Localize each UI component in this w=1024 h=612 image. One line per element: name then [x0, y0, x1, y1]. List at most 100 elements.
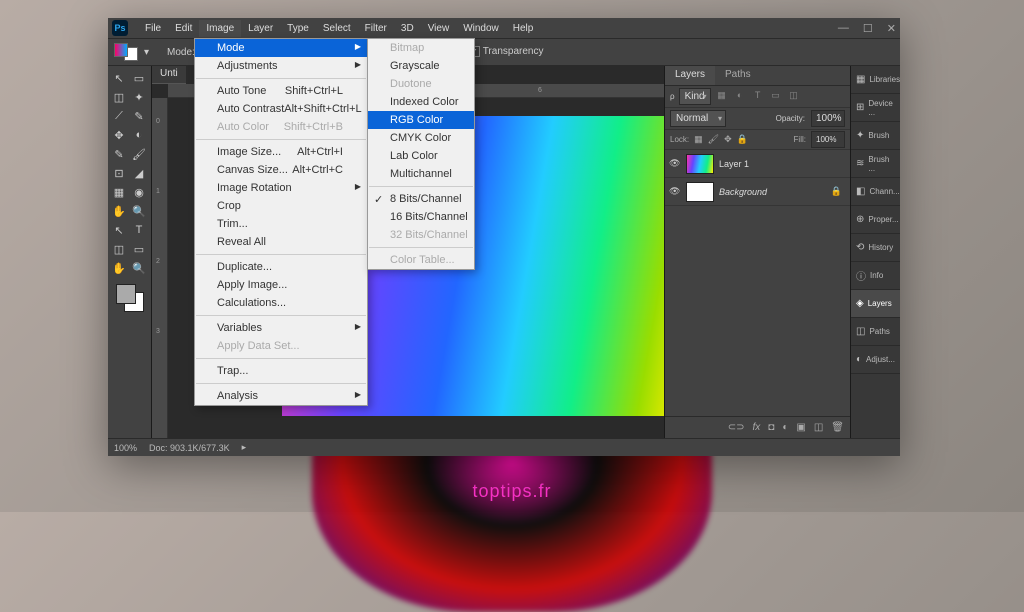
menu-item-cmyk-color[interactable]: CMYK Color [368, 129, 474, 147]
layer-name[interactable]: Background [719, 187, 826, 197]
tool-5-1[interactable]: ◢ [130, 164, 148, 182]
menu-item-apply-image-[interactable]: Apply Image... [195, 276, 367, 294]
menu-item-crop[interactable]: Crop [195, 197, 367, 215]
tool-5-0[interactable]: ⊡ [110, 164, 128, 182]
menu-window[interactable]: Window [456, 20, 506, 37]
close-button[interactable]: ✕ [887, 22, 896, 35]
panel-brush[interactable]: ≋Brush ... [851, 150, 900, 178]
maximize-button[interactable]: ☐ [863, 22, 873, 35]
menu-select[interactable]: Select [316, 20, 358, 37]
layer-thumbnail[interactable] [686, 154, 714, 174]
menu-filter[interactable]: Filter [358, 20, 394, 37]
tool-0-0[interactable]: ↖ [110, 69, 128, 87]
zoom-level[interactable]: 100% [114, 443, 137, 453]
layer-opacity-input[interactable]: 100% [811, 110, 845, 127]
menu-help[interactable]: Help [506, 20, 541, 37]
menu-item-mode[interactable]: Mode▶ [195, 39, 367, 57]
menu-item-indexed-color[interactable]: Indexed Color [368, 93, 474, 111]
menu-item-duplicate-[interactable]: Duplicate... [195, 258, 367, 276]
minimize-button[interactable]: — [838, 22, 849, 35]
tool-10-0[interactable]: ✋ [110, 259, 128, 277]
tool-2-0[interactable]: ⟋ [110, 107, 128, 125]
tool-7-0[interactable]: ✋ [110, 202, 128, 220]
menu-item-auto-contrast[interactable]: Auto ContrastAlt+Shift+Ctrl+L [195, 100, 367, 118]
menu-item-canvas-size-[interactable]: Canvas Size...Alt+Ctrl+C [195, 161, 367, 179]
layer-blend-select[interactable]: Normal [670, 110, 726, 127]
panel-proper[interactable]: ⊕Proper... [851, 206, 900, 234]
tool-4-1[interactable]: 🖌 [130, 145, 148, 163]
link-layers-icon[interactable]: ⊂⊃ [728, 422, 745, 433]
panel-brush[interactable]: ✦Brush [851, 122, 900, 150]
filter-adjust-icon[interactable]: ◐ [733, 90, 747, 104]
tool-1-0[interactable]: ◫ [110, 88, 128, 106]
menu-item-trap-[interactable]: Trap... [195, 362, 367, 380]
menu-image[interactable]: Image [199, 20, 241, 37]
panel-chann[interactable]: ◧Chann... [851, 178, 900, 206]
panel-libraries[interactable]: ▦Libraries [851, 66, 900, 94]
tool-3-0[interactable]: ✥ [110, 126, 128, 144]
menu-item-16-bits-channel[interactable]: 16 Bits/Channel [368, 208, 474, 226]
panel-paths[interactable]: ◫Paths [851, 318, 900, 346]
filter-type-icon[interactable]: T [751, 90, 765, 104]
menu-item-lab-color[interactable]: Lab Color [368, 147, 474, 165]
tool-9-1[interactable]: ▭ [130, 240, 148, 258]
panel-layers[interactable]: ◈Layers [851, 290, 900, 318]
tool-1-1[interactable]: ✦ [130, 88, 148, 106]
layer-row[interactable]: 👁Background🔒 [665, 178, 850, 206]
menu-item-reveal-all[interactable]: Reveal All [195, 233, 367, 251]
menu-type[interactable]: Type [280, 20, 316, 37]
lock-image-icon[interactable]: 🖌 [708, 134, 719, 145]
layer-fx-icon[interactable]: fx [753, 422, 761, 433]
tool-10-1[interactable]: 🔍 [130, 259, 148, 277]
menu-item-image-size-[interactable]: Image Size...Alt+Ctrl+I [195, 143, 367, 161]
menu-item-image-rotation[interactable]: Image Rotation▶ [195, 179, 367, 197]
visibility-icon[interactable]: 👁 [669, 186, 681, 197]
menu-edit[interactable]: Edit [168, 20, 199, 37]
tool-8-1[interactable]: T [130, 221, 148, 239]
panel-adjust[interactable]: ◐Adjust... [851, 346, 900, 374]
gradient-preview[interactable] [114, 43, 138, 61]
filter-smart-icon[interactable]: ◫ [787, 90, 801, 104]
menu-file[interactable]: File [138, 20, 168, 37]
tool-9-0[interactable]: ◫ [110, 240, 128, 258]
tool-0-1[interactable]: ▭ [130, 69, 148, 87]
filter-shape-icon[interactable]: ▭ [769, 90, 783, 104]
new-layer-icon[interactable]: ◫ [814, 422, 823, 433]
menu-item-8-bits-channel[interactable]: ✓8 Bits/Channel [368, 190, 474, 208]
panel-info[interactable]: ⓘInfo [851, 262, 900, 290]
tool-7-1[interactable]: 🔍 [130, 202, 148, 220]
menu-item-analysis[interactable]: Analysis▶ [195, 387, 367, 405]
filter-kind-select[interactable]: Kind [679, 88, 711, 105]
menu-item-multichannel[interactable]: Multichannel [368, 165, 474, 183]
lock-transparency-icon[interactable]: ▦ [694, 134, 703, 145]
visibility-icon[interactable]: 👁 [669, 158, 681, 169]
menu-layer[interactable]: Layer [241, 20, 280, 37]
tool-4-0[interactable]: ✎ [110, 145, 128, 163]
fill-adjust-icon[interactable]: ◐ [782, 422, 788, 433]
layer-name[interactable]: Layer 1 [719, 159, 846, 169]
new-group-icon[interactable]: ▣ [796, 422, 805, 433]
layer-mask-icon[interactable]: ◘ [768, 422, 774, 433]
menu-item-auto-tone[interactable]: Auto ToneShift+Ctrl+L [195, 82, 367, 100]
menu-item-trim-[interactable]: Trim... [195, 215, 367, 233]
layer-thumbnail[interactable] [686, 182, 714, 202]
lock-position-icon[interactable]: ✥ [724, 134, 732, 145]
delete-layer-icon[interactable]: 🗑 [831, 422, 844, 433]
lock-all-icon[interactable]: 🔒 [737, 134, 748, 145]
tool-2-1[interactable]: ✎ [130, 107, 148, 125]
menu-item-calculations-[interactable]: Calculations... [195, 294, 367, 312]
color-wells[interactable] [116, 284, 144, 312]
menu-item-grayscale[interactable]: Grayscale [368, 57, 474, 75]
menu-item-adjustments[interactable]: Adjustments▶ [195, 57, 367, 75]
filter-image-icon[interactable]: ▦ [715, 90, 729, 104]
document-tab[interactable]: Unti [152, 66, 186, 84]
tool-3-1[interactable]: ◐ [130, 126, 148, 144]
kind-icon[interactable]: ρ [670, 92, 675, 101]
menu-3d[interactable]: 3D [394, 20, 421, 37]
tool-6-0[interactable]: ▦ [110, 183, 128, 201]
status-arrow-icon[interactable]: ▸ [242, 442, 247, 453]
gradient-picker-icon[interactable]: ▾ [144, 47, 149, 58]
tool-6-1[interactable]: ◉ [130, 183, 148, 201]
tab-paths[interactable]: Paths [715, 66, 761, 85]
tab-layers[interactable]: Layers [665, 66, 715, 85]
